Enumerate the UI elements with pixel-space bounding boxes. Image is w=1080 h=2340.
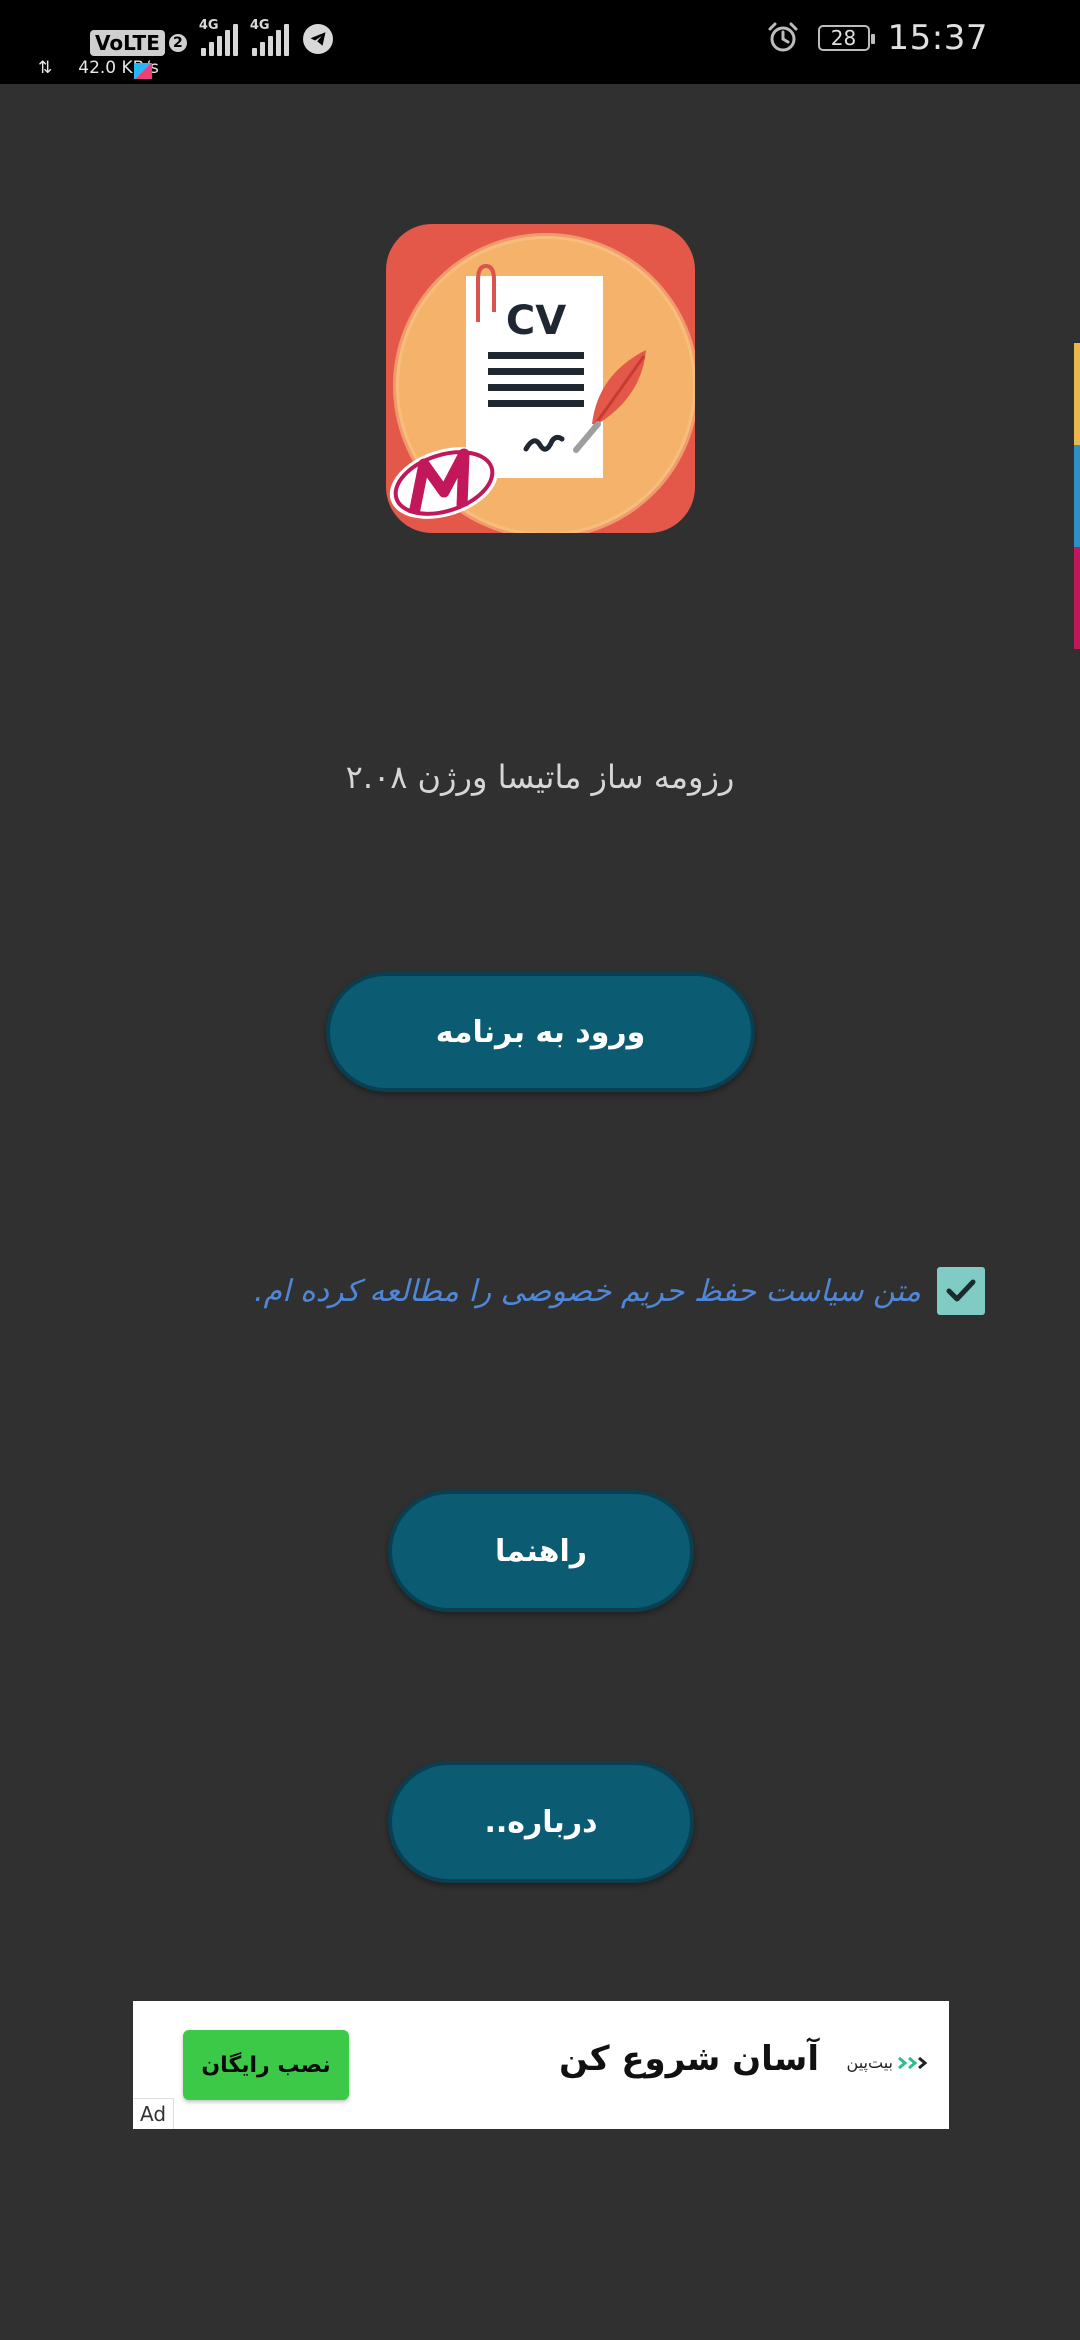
checkmark-icon (946, 1279, 976, 1302)
bitpin-logo-icon (898, 2056, 928, 2069)
status-right: 28 15:37 (766, 18, 988, 58)
logo-cv-text: CV (506, 298, 566, 344)
network-type-1: 4G (198, 18, 219, 33)
guide-button[interactable]: راهنما (388, 1490, 694, 1612)
signal-icon: 4G (199, 18, 238, 56)
privacy-policy-link[interactable]: متن سیاست حفظ حریم خصوصی را مطالعه کرده … (254, 1274, 921, 1309)
edge-panel-handle[interactable] (1074, 343, 1080, 649)
privacy-consent-row[interactable]: متن سیاست حفظ حریم خصوصی را مطالعه کرده … (250, 1266, 985, 1316)
clock: 15:37 (887, 18, 988, 58)
network-type-2: 4G (249, 18, 270, 33)
status-left: VoLTE 2 4G 4G (90, 18, 333, 56)
about-button[interactable]: درباره.. (388, 1761, 694, 1883)
app-version-title: رزومه ساز ماتیسا ورژن ۲.۰۸ (345, 758, 735, 796)
ad-label: Ad (133, 2098, 174, 2129)
app-logo: CV (386, 224, 695, 533)
privacy-checkbox[interactable] (937, 1267, 985, 1315)
volte-label: VoLTE (90, 30, 165, 56)
sim-number: 2 (168, 34, 187, 52)
ad-brand-name: بیت‌پین (846, 2053, 893, 2072)
telegram-icon (302, 24, 333, 54)
signal-icon: 4G (250, 18, 289, 56)
network-speed: ⇅ 42.0 KB/s (38, 58, 159, 79)
battery-level: 28 (830, 26, 857, 50)
battery-icon: 28 (817, 25, 875, 51)
ad-banner[interactable]: نصب رایگان آسان شروع کن بیت‌پین Ad (133, 2001, 949, 2129)
speed-indicator-icon (134, 63, 152, 79)
ad-install-button[interactable]: نصب رایگان (183, 2030, 349, 2100)
data-arrows-icon: ⇅ (38, 58, 53, 78)
screen: VoLTE 2 4G 4G ⇅ 42.0 KB/s 28 15:37 CV رز… (0, 0, 1080, 2340)
status-bar: VoLTE 2 4G 4G ⇅ 42.0 KB/s 28 15:37 (0, 0, 1080, 84)
ad-headline: آسان شروع کن (559, 2039, 819, 2079)
alarm-icon (768, 22, 798, 52)
ad-brand: بیت‌پین (847, 2053, 931, 2072)
enter-app-button[interactable]: ورود به برنامه (326, 972, 755, 1092)
volte-indicator: VoLTE 2 (90, 30, 187, 56)
